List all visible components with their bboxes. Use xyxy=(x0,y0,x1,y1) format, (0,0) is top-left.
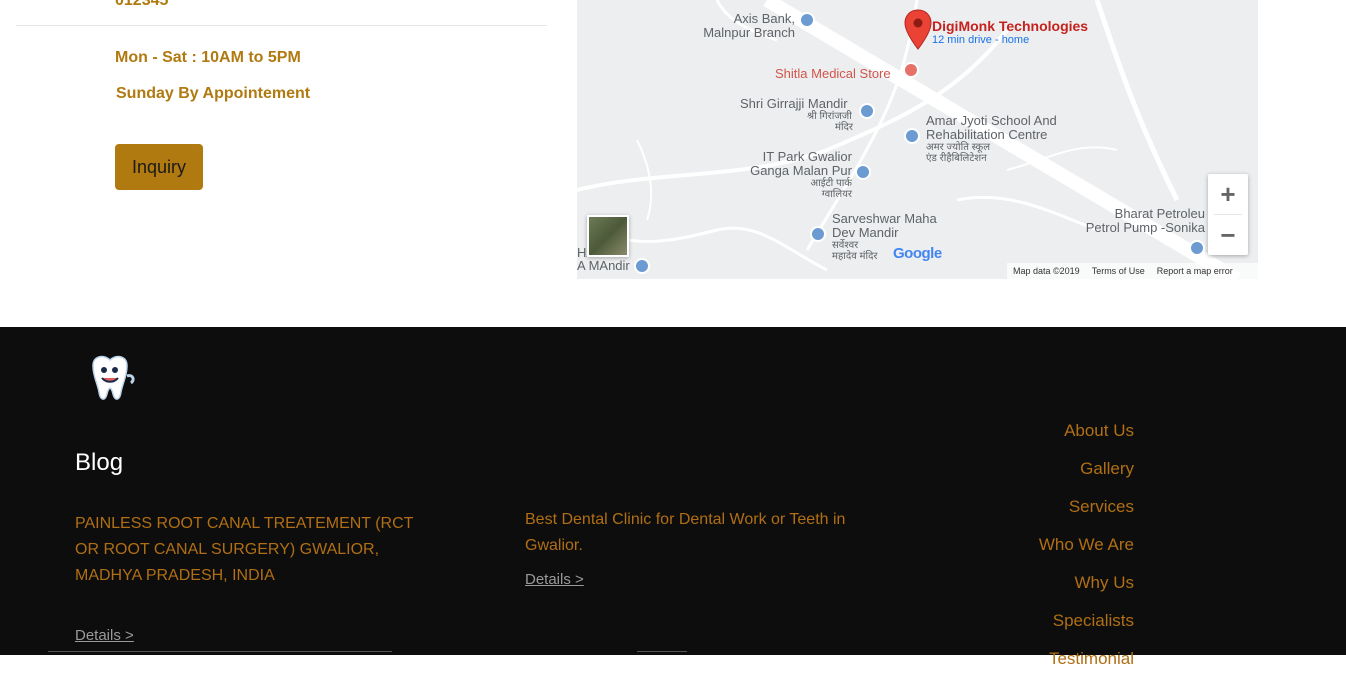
amar-jyoti-hi2: एंड रीहैबिलिटेशन xyxy=(926,153,987,164)
footer-link-who-we-are[interactable]: Who We Are xyxy=(1039,526,1134,564)
axis-bank-branch: Malnpur Branch xyxy=(703,25,795,40)
bank-poi-icon[interactable] xyxy=(799,12,815,28)
temple-poi-icon[interactable] xyxy=(859,103,875,119)
blog-heading: Blog xyxy=(75,449,124,476)
google-logo: Google xyxy=(893,245,942,262)
map-label-sarveshwar-hi: सर्वेश्वर महादेव मंदिर xyxy=(832,240,878,262)
map-data-label: Map data ©2019 xyxy=(1013,266,1080,276)
map-label-itpark: IT Park Gwalior Ganga Malan Pur xyxy=(737,150,852,178)
itpark-hi1: आईटी पार्क xyxy=(810,178,853,189)
medical-store-poi-icon[interactable] xyxy=(903,62,919,78)
google-wordmark: Google xyxy=(893,245,942,262)
sarveshwar-hi1: सर्वेश्वर xyxy=(832,240,859,251)
map-label-amar-jyoti-hi: अमर ज्योति स्कूल एंड रीहैबिलिटेशन xyxy=(926,142,990,164)
blog-post-title[interactable]: PAINLESS ROOT CANAL TREATEMENT (RCT OR R… xyxy=(75,511,435,589)
map-attribution: Map data ©2019 Terms of Use Report a map… xyxy=(1007,263,1258,279)
place-drive-time: 12 min drive - home xyxy=(932,34,1030,46)
footer-link-gallery[interactable]: Gallery xyxy=(1039,450,1134,488)
itpark-line1: IT Park Gwalior xyxy=(762,149,852,164)
footer-link-about-us[interactable]: About Us xyxy=(1039,412,1134,450)
footer-divider xyxy=(48,651,392,652)
map-label-axis-bank: Axis Bank, Malnpur Branch xyxy=(697,12,795,40)
map-label-girrajji: Shri Girrajji Mandir xyxy=(740,96,848,111)
map-label-girrajji-hi: श्री गिरांजजी xyxy=(807,111,852,122)
bharat-line1: Bharat Petroleu xyxy=(1114,206,1205,221)
inquiry-button[interactable]: Inquiry xyxy=(115,144,203,190)
report-error-link[interactable]: Report a map error xyxy=(1157,266,1233,276)
sarveshwar-line2: Dev Mandir xyxy=(832,225,899,240)
map-label-sarveshwar: Sarveshwar Maha Dev Mandir xyxy=(832,212,937,240)
footer-link-why-us[interactable]: Why Us xyxy=(1039,564,1135,602)
itpark-hi2: ग्वालियर xyxy=(821,189,852,200)
satellite-toggle[interactable] xyxy=(587,215,629,257)
blog-post-details-link[interactable]: Details > xyxy=(525,571,584,588)
itpark-line2: Ganga Malan Pur xyxy=(750,163,852,178)
divider xyxy=(16,25,547,26)
axis-bank-name: Axis Bank, xyxy=(733,11,795,26)
amar-jyoti-line2: Rehabilitation Centre xyxy=(926,127,1048,142)
weekday-hours: Mon - Sat : 10AM to 5PM xyxy=(115,49,301,66)
footer-link-specialists[interactable]: Specialists xyxy=(1039,602,1134,640)
google-map[interactable]: Axis Bank, Malnpur Branch DigiMonk Techn… xyxy=(577,0,1258,279)
map-label-girrajji-hi2: मंदिर xyxy=(835,122,853,133)
contact-section: 012345 Mon - Sat : 10AM to 5PM Sunday By… xyxy=(0,0,1346,327)
terms-link[interactable]: Terms of Use xyxy=(1092,266,1145,276)
footer-divider xyxy=(637,651,687,652)
phone-number: 012345 xyxy=(115,0,169,9)
footer-link-services[interactable]: Services xyxy=(1039,488,1134,526)
place-name[interactable]: DigiMonk Technologies xyxy=(932,19,1088,33)
map-label-shitla: Shitla Medical Store xyxy=(775,66,891,81)
map-label-bharat: Bharat Petroleu Petrol Pump -Sonika xyxy=(1085,207,1205,235)
mandir-poi-icon[interactable] xyxy=(634,258,650,274)
footer-link-testimonial[interactable]: Testimonial xyxy=(1039,640,1134,678)
itpark-poi-icon[interactable] xyxy=(855,164,871,180)
tooth-logo-icon xyxy=(92,355,135,400)
site-footer: Blog PAINLESS ROOT CANAL TREATEMENT (RCT… xyxy=(0,327,1346,668)
school-poi-icon[interactable] xyxy=(904,128,920,144)
petrol-pump-poi-icon[interactable] xyxy=(1189,240,1205,256)
sarveshwar-line1: Sarveshwar Maha xyxy=(832,211,937,226)
mahadev-temple-poi-icon[interactable] xyxy=(810,226,826,242)
zoom-in-button[interactable]: + xyxy=(1208,174,1248,214)
footer-nav: About Us Gallery Services Who We Are Why… xyxy=(1039,412,1134,678)
zoom-control: + − xyxy=(1208,174,1248,255)
sarveshwar-hi2: महादेव मंदिर xyxy=(832,251,878,262)
map-label-itpark-hi: आईटी पार्क ग्वालियर xyxy=(782,178,853,200)
blog-post-title[interactable]: Best Dental Clinic for Dental Work or Te… xyxy=(525,507,865,559)
sunday-hours: Sunday By Appointement xyxy=(116,85,311,102)
blog-post-details-link[interactable]: Details > xyxy=(75,627,134,644)
map-label-mandir-left: A MAndir xyxy=(577,258,630,273)
amar-jyoti-hi1: अमर ज्योति स्कूल xyxy=(926,142,991,153)
map-label-amar-jyoti: Amar Jyoti School And Rehabilitation Cen… xyxy=(926,114,1057,142)
bharat-line2: Petrol Pump -Sonika xyxy=(1085,220,1205,235)
location-pin-icon[interactable] xyxy=(904,9,932,51)
zoom-out-button[interactable]: − xyxy=(1208,215,1248,255)
amar-jyoti-line1: Amar Jyoti School And xyxy=(926,113,1057,128)
